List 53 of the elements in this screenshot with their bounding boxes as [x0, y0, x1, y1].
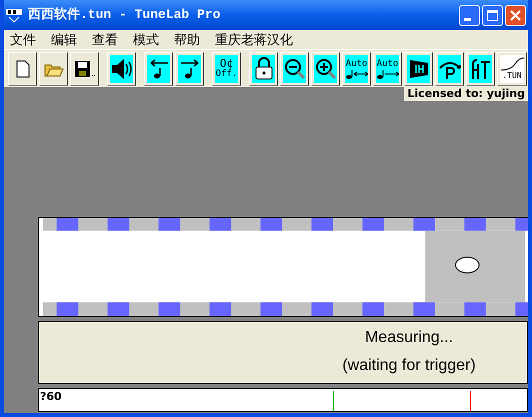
minimize-button[interactable]	[459, 4, 480, 26]
app-icon	[6, 7, 22, 23]
note-arrow-icon	[345, 68, 368, 78]
note-left-arrow-icon	[148, 58, 170, 80]
maximize-button[interactable]	[482, 4, 503, 26]
tool-button[interactable]	[144, 52, 173, 86]
menu-item[interactable]: 查看	[92, 32, 118, 48]
note-right-arrow-icon	[178, 58, 200, 80]
menu-item[interactable]: 重庆老蒋汉化	[215, 32, 293, 48]
target-marker	[333, 391, 334, 411]
tun-button[interactable]: .TUN	[497, 52, 527, 86]
save-button[interactable]	[70, 52, 99, 86]
menu-item[interactable]: 模式	[133, 32, 159, 48]
window-title: 西西软件.tun - TuneLab Pro	[28, 6, 222, 24]
new-file-icon	[16, 60, 30, 78]
ruler-label: ?60	[40, 391, 62, 403]
new-button[interactable]	[8, 52, 37, 86]
status-subtext: (waiting for trigger)	[341, 356, 477, 376]
tool-button[interactable]	[311, 52, 340, 86]
menu-item[interactable]: 帮助	[174, 32, 200, 48]
offset-sublabel: Off.	[216, 68, 238, 80]
open-button[interactable]	[39, 52, 68, 86]
ht-icon	[470, 58, 492, 80]
padlock-icon	[254, 56, 274, 80]
maximize-icon	[487, 10, 498, 20]
zoom-in-icon	[314, 58, 336, 80]
auto-label: Auto	[346, 58, 368, 68]
offset-button[interactable]: O¢ Off.	[212, 52, 241, 86]
pitch-marker	[470, 391, 471, 411]
close-button[interactable]	[505, 4, 526, 26]
tool-button[interactable]	[280, 52, 309, 86]
tun-label: .TUN	[502, 71, 522, 80]
tool-button[interactable]: Auto	[342, 52, 371, 86]
status-text: Measuring...	[364, 328, 454, 348]
tool-button[interactable]: Auto	[373, 52, 402, 86]
offset-label: O¢	[220, 58, 234, 68]
note-arrow-icon	[376, 68, 399, 78]
tool-button[interactable]	[249, 52, 278, 86]
sound-button[interactable]	[107, 52, 136, 86]
curve-icon	[500, 57, 524, 71]
close-icon	[510, 10, 521, 20]
minimize-icon	[464, 18, 471, 20]
zoom-out-icon	[284, 58, 306, 80]
tool-button[interactable]	[175, 52, 204, 86]
auto-label: Auto	[376, 58, 398, 68]
tool-button[interactable]	[466, 52, 495, 86]
menu-item[interactable]: 编辑	[51, 32, 77, 48]
ih-icon	[408, 58, 430, 80]
tool-button[interactable]	[404, 52, 433, 86]
tool-button[interactable]	[435, 52, 464, 86]
menu-item[interactable]: 文件	[10, 32, 36, 48]
license-label: Licensed to: yujing	[404, 87, 528, 101]
speaker-icon	[110, 58, 132, 80]
